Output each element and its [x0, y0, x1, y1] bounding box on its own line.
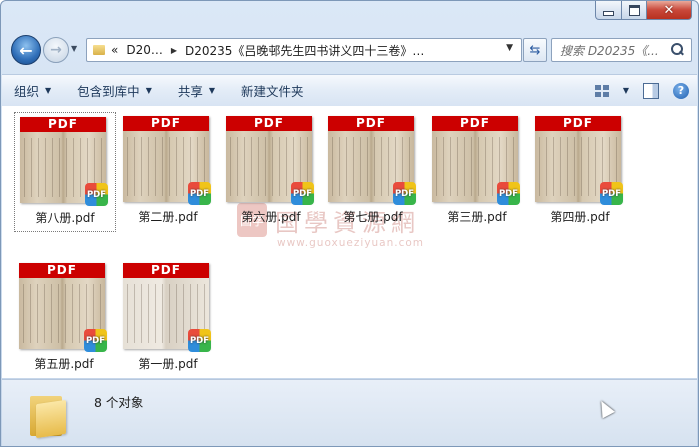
organize-menu[interactable]: 组织 ▼ [2, 75, 65, 106]
file-item[interactable]: PDF PDF 第三册.pdf [427, 112, 527, 230]
share-label: 共享 [177, 84, 203, 99]
breadcrumb-overflow[interactable]: « [111, 43, 118, 57]
pdf-banner: PDF [123, 263, 209, 278]
file-name: 第八册.pdf [35, 211, 95, 225]
file-item[interactable]: PDF PDF 第五册.pdf [14, 259, 114, 377]
file-item[interactable]: PDF PDF 第八册.pdf [14, 112, 116, 232]
file-name: 第一册.pdf [138, 357, 198, 371]
forward-button[interactable]: → [43, 37, 69, 63]
search-icon[interactable] [669, 42, 685, 58]
caption-buttons: ✕ [595, 1, 692, 21]
refresh-button[interactable]: ⇆ [523, 38, 547, 62]
file-name: 第五册.pdf [34, 357, 94, 371]
file-name: 第二册.pdf [138, 210, 198, 224]
pdf-app-icon: PDF [393, 182, 416, 205]
pdf-banner: PDF [19, 263, 105, 278]
file-item[interactable]: PDF PDF 第七册.pdf [323, 112, 423, 230]
include-in-library-menu[interactable]: 包含到库中 ▼ [65, 75, 166, 106]
preview-pane-icon[interactable] [643, 82, 659, 99]
search-input[interactable]: 搜索 D20235《... [560, 42, 669, 59]
file-name: 第七册.pdf [343, 210, 403, 224]
address-bar[interactable]: « D20… ▶ D20235《吕晚邨先生四书讲义四十三卷》… ▼ [86, 38, 522, 62]
pdf-banner: PDF [328, 116, 414, 131]
new-folder-label: 新建文件夹 [241, 84, 304, 99]
breadcrumb-separator-icon[interactable]: ▶ [171, 46, 177, 55]
file-item[interactable]: PDF PDF 第一册.pdf [118, 259, 218, 377]
pdf-app-icon: PDF [600, 182, 623, 205]
organize-label: 组织 [14, 84, 40, 99]
item-count: 8 个对象 [94, 395, 144, 410]
file-item[interactable]: PDF PDF 第二册.pdf [118, 112, 218, 230]
navigation-bar: ← → ▼ « D20… ▶ D20235《吕晚邨先生四书讲义四十三卷》… ▼ … [7, 33, 692, 67]
file-name: 第三册.pdf [447, 210, 507, 224]
help-icon[interactable]: ? [673, 82, 689, 99]
share-menu[interactable]: 共享 ▼ [166, 75, 229, 106]
chevron-down-icon: ▼ [45, 86, 52, 95]
pdf-app-icon: PDF [497, 182, 520, 205]
pdf-banner: PDF [535, 116, 621, 131]
forward-arrow-icon: → [50, 42, 62, 58]
file-name: 第四册.pdf [550, 210, 610, 224]
pdf-app-icon: PDF [188, 329, 211, 352]
breadcrumb-item-parent[interactable]: D20… [126, 43, 163, 57]
maximize-button[interactable] [622, 1, 647, 20]
file-item[interactable]: PDF PDF 第六册.pdf [221, 112, 321, 230]
close-button[interactable]: ✕ [647, 1, 692, 20]
command-bar: 组织 ▼ 包含到库中 ▼ 共享 ▼ 新建文件夹 ▼ ? [2, 74, 697, 107]
new-folder-button[interactable]: 新建文件夹 [229, 75, 318, 106]
folder-icon [30, 390, 68, 439]
pdf-banner: PDF [226, 116, 312, 131]
breadcrumb: « D20… ▶ D20235《吕晚邨先生四书讲义四十三卷》… [111, 42, 424, 59]
pdf-banner: PDF [20, 117, 106, 132]
include-in-library-label: 包含到库中 [77, 84, 140, 99]
watermark-url: www.guoxueziyuan.com [277, 237, 425, 249]
maximize-icon [628, 4, 640, 16]
pdf-banner: PDF [123, 116, 209, 131]
change-view-icon[interactable] [594, 84, 609, 97]
address-dropdown-icon[interactable]: ▼ [506, 43, 513, 53]
pdf-app-icon: PDF [291, 182, 314, 205]
chevron-down-icon: ▼ [71, 44, 78, 53]
view-options-chevron-icon[interactable]: ▼ [623, 86, 629, 95]
folder-icon [93, 45, 105, 55]
pdf-banner: PDF [432, 116, 518, 131]
pdf-app-icon: PDF [84, 329, 107, 352]
explorer-window: ✕ ← → ▼ « D20… ▶ D20235《吕晚邨先生四书讲义四十三卷》… … [0, 0, 699, 447]
back-button[interactable]: ← [11, 35, 41, 65]
recent-pages-button[interactable]: ▼ [71, 44, 77, 53]
pdf-app-icon: PDF [85, 183, 108, 206]
file-name: 第六册.pdf [241, 210, 301, 224]
back-arrow-icon: ← [19, 40, 33, 60]
toolbar-right: ▼ ? [594, 75, 689, 106]
minimize-icon [603, 10, 614, 16]
details-pane: 8 个对象 [2, 379, 697, 446]
file-list[interactable]: 国学 国學資源網 www.guoxueziyuan.com PDF PDF 第八册.… [2, 106, 697, 378]
pdf-app-icon: PDF [188, 182, 211, 205]
file-item[interactable]: PDF PDF 第四册.pdf [530, 112, 630, 230]
chevron-down-icon: ▼ [208, 86, 216, 95]
breadcrumb-item-current[interactable]: D20235《吕晚邨先生四书讲义四十三卷》… [185, 42, 424, 59]
refresh-icon: ⇆ [529, 42, 541, 58]
minimize-button[interactable] [595, 1, 622, 20]
chevron-down-icon: ▼ [145, 86, 152, 95]
search-box[interactable]: 搜索 D20235《... [551, 38, 692, 62]
close-icon: ✕ [663, 2, 675, 18]
